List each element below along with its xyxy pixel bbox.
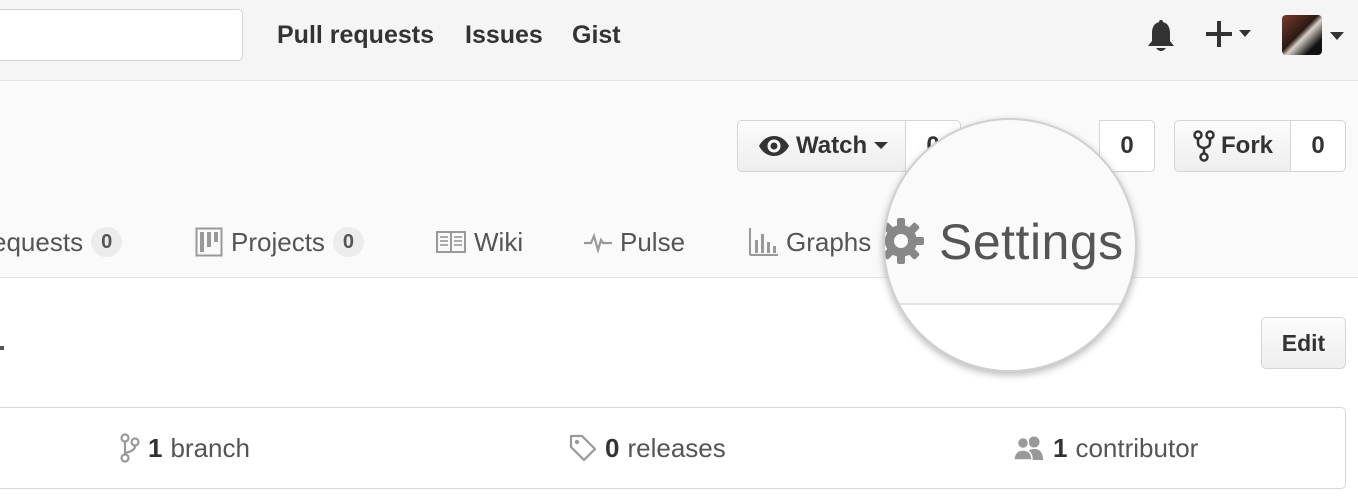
counter-badge: 0 (91, 227, 123, 257)
tab-label: Wiki (474, 227, 524, 257)
tab-pull-requests[interactable]: equests 0 (0, 226, 123, 258)
watch-button[interactable]: Watch (737, 120, 907, 172)
chevron-down-icon (874, 142, 889, 149)
tab-wiki[interactable]: Wiki (436, 226, 523, 258)
plus-icon[interactable] (1206, 18, 1258, 52)
tab-label: Graphs (786, 227, 872, 257)
releases-link[interactable]: 0 releases (569, 432, 726, 464)
search-input[interactable] (0, 9, 243, 61)
fork-icon (1193, 130, 1215, 162)
branches-count: 1 (148, 433, 163, 463)
releases-count: 0 (605, 433, 620, 463)
fork-button[interactable]: Fork (1174, 120, 1292, 172)
contributors-count: 1 (1053, 433, 1068, 463)
top-header: Pull requests Issues Gist (0, 0, 1358, 81)
pulse-icon (584, 232, 612, 254)
edit-button[interactable]: Edit (1261, 317, 1346, 369)
chevron-down-icon[interactable] (1329, 31, 1345, 41)
nav-pull-requests[interactable]: Pull requests (277, 20, 434, 50)
magnifier-content-area (885, 303, 1135, 370)
eye-icon (759, 136, 789, 156)
nav-issues[interactable]: Issues (465, 20, 543, 50)
tab-pulse[interactable]: Pulse (584, 226, 685, 258)
tab-projects[interactable]: Projects 0 (195, 226, 365, 258)
tag-icon (569, 434, 597, 462)
bell-icon[interactable] (1145, 20, 1177, 54)
fork-count[interactable]: 0 (1290, 120, 1346, 172)
tab-label: Pulse (620, 227, 686, 257)
project-icon (195, 227, 223, 257)
tab-settings[interactable]: Settings (939, 214, 1124, 270)
fork-label: Fork (1221, 132, 1274, 159)
avatar[interactable] (1282, 15, 1322, 55)
people-icon (1013, 436, 1043, 461)
description-fragment (0, 346, 4, 350)
releases-label: releases (627, 433, 726, 463)
counter-badge: 0 (332, 227, 365, 257)
branches-label: branch (170, 433, 250, 463)
tab-label: equests (0, 227, 84, 257)
nav-gist[interactable]: Gist (572, 20, 621, 50)
tab-label: Projects (231, 227, 325, 257)
graph-icon (749, 228, 778, 256)
branches-link[interactable]: 1 branch (120, 432, 250, 464)
magnifier-callout: Settings (883, 118, 1137, 372)
gear-icon (885, 218, 924, 264)
contributors-link[interactable]: 1 contributor (1013, 432, 1198, 464)
book-icon (436, 231, 466, 253)
tab-graphs[interactable]: Graphs (748, 226, 871, 258)
contributors-label: contributor (1075, 433, 1199, 463)
branch-icon (120, 433, 140, 463)
watch-label: Watch (796, 132, 868, 159)
